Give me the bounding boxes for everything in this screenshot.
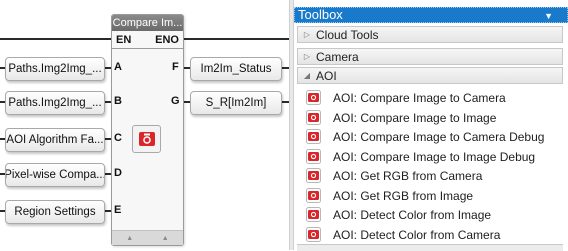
pin-c: C (114, 132, 122, 144)
toolbox-item[interactable]: AOI: Compare Image to Image (306, 108, 496, 127)
expand-arrow-icon[interactable]: ▷ (298, 30, 316, 39)
expand-up-icon[interactable]: ▲ (162, 235, 169, 242)
pin-e: E (114, 204, 122, 216)
category-label: Cloud Tools (316, 27, 379, 42)
output-node-g[interactable]: S_R[Im2Im] (190, 91, 282, 115)
expand-up-icon[interactable]: ▲ (126, 235, 133, 242)
toolbox-item-label: AOI: Compare Image to Image Debug (333, 149, 536, 164)
camera-icon (306, 207, 321, 222)
toolbox-item-label: AOI: Detect Color from Image (333, 207, 492, 222)
expand-arrow-icon[interactable]: ▷ (298, 52, 316, 61)
toolbox-item[interactable]: AOI: Detect Color from Image (306, 205, 491, 224)
toolbox-item[interactable]: AOI: Get RGB from Camera (306, 166, 482, 185)
camera-icon (306, 90, 321, 105)
toolbox-item-label: AOI: Get RGB from Image (333, 188, 474, 203)
category-camera[interactable]: ▷ Camera (297, 48, 563, 65)
toolbox-item-label: AOI: Detect Color from Camera (333, 227, 501, 242)
toolbox-title: Toolbox (298, 7, 343, 22)
input-node-a[interactable]: Paths.Img2Img_... (5, 57, 105, 81)
toolbox-panel: Toolbox ▼ ▷ Cloud Tools ▷ Camera ◢ AOI A… (294, 0, 568, 251)
toolbox-item[interactable]: AOI: Compare Image to Camera (306, 88, 506, 107)
power-rail-right (182, 38, 289, 40)
camera-icon (306, 110, 321, 125)
pin-a: A (114, 61, 122, 73)
pin-d: D (114, 167, 122, 179)
category-aoi[interactable]: ◢ AOI (297, 67, 563, 84)
camera-icon (306, 168, 321, 183)
camera-icon (306, 149, 321, 164)
toolbox-item-label: AOI: Compare Image to Camera Debug (333, 129, 545, 144)
function-block-separator (112, 48, 183, 49)
toolbox-item[interactable]: AOI: Compare Image to Camera Debug (306, 127, 544, 146)
diagram-canvas[interactable]: Paths.Img2Img_... Paths.Img2Img_... AOI … (0, 0, 289, 250)
en-label: EN (116, 34, 132, 46)
camera-icon[interactable] (132, 125, 161, 153)
toolbox-header[interactable]: Toolbox ▼ (294, 7, 568, 23)
camera-icon (306, 188, 321, 203)
camera-icon (306, 227, 321, 242)
input-node-b[interactable]: Paths.Img2Img_... (5, 91, 105, 115)
category-label: Camera (316, 49, 359, 64)
toolbox-item-label: AOI: Compare Image to Image (333, 110, 497, 125)
input-node-e[interactable]: Region Settings (5, 200, 105, 224)
toolbox-item-label: AOI: Compare Image to Camera (333, 90, 506, 105)
category-cloud-tools[interactable]: ▷ Cloud Tools (297, 26, 563, 43)
input-node-c[interactable]: AOI Algorithm Fa... (5, 128, 105, 152)
input-node-d[interactable]: Pixel-wise Compa... (5, 163, 105, 187)
camera-icon (306, 129, 321, 144)
dropdown-caret-icon[interactable]: ▼ (544, 9, 553, 23)
function-block-title: Compare Im... (112, 15, 183, 31)
category-label: AOI (316, 68, 337, 83)
collapse-arrow-icon[interactable]: ◢ (298, 71, 316, 80)
eno-label: ENO (155, 34, 179, 46)
power-rail-left (0, 38, 111, 40)
pin-g: G (171, 95, 180, 107)
toolbox-item-label: AOI: Get RGB from Camera (333, 168, 483, 183)
function-block-footer: ▲ ▲ (112, 230, 183, 245)
toolbox-item[interactable]: AOI: Compare Image to Image Debug (306, 147, 535, 166)
output-node-f[interactable]: Im2Im_Status (190, 57, 282, 81)
toolbox-item[interactable]: AOI: Detect Color from Camera (306, 225, 500, 244)
toolbox-item[interactable]: AOI: Get RGB from Image (306, 186, 473, 205)
pin-b: B (114, 95, 122, 107)
pin-f: F (172, 61, 179, 73)
